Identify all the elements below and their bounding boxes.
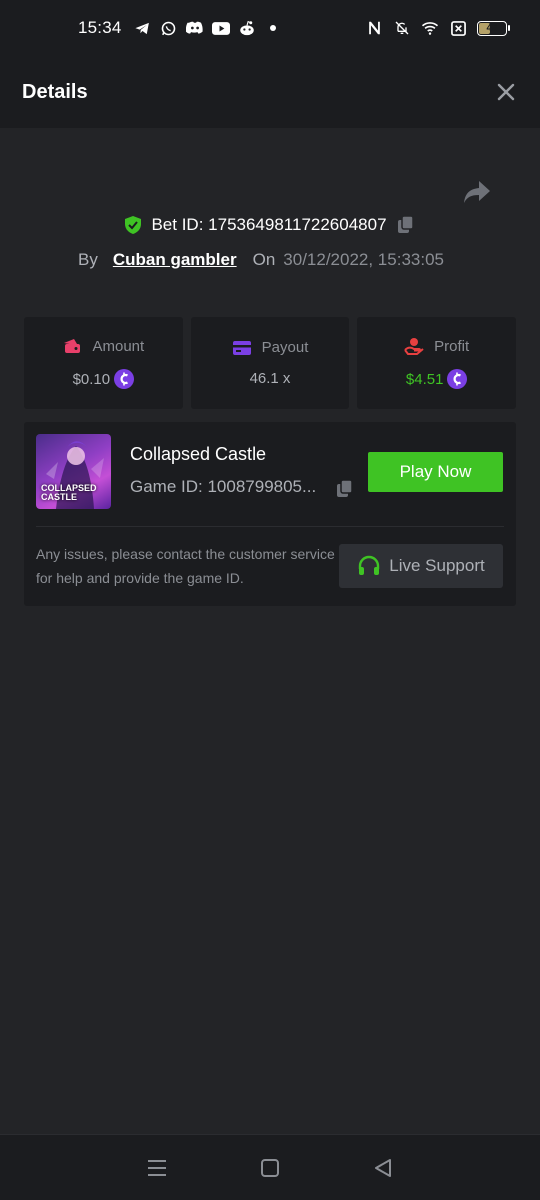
- coin-icon: [114, 369, 135, 389]
- headset-icon: [357, 554, 381, 578]
- back-button[interactable]: [371, 1156, 395, 1180]
- dot-icon: [264, 19, 282, 37]
- menu-icon: [147, 1159, 166, 1176]
- back-triangle-icon: [375, 1158, 392, 1177]
- play-now-button[interactable]: Play Now: [368, 452, 503, 492]
- nfc-icon: [365, 19, 383, 37]
- home-button[interactable]: [258, 1156, 282, 1180]
- payout-value: 46.1 x: [249, 370, 291, 387]
- whatsapp-icon: [160, 19, 178, 37]
- profit-card: Profit $4.51: [357, 317, 517, 409]
- battery-icon: 46: [477, 20, 510, 36]
- wifi-icon: [421, 19, 439, 37]
- discord-icon: [185, 19, 204, 37]
- notification-icons: [134, 19, 282, 37]
- close-button[interactable]: [494, 80, 518, 104]
- username-link[interactable]: Cuban gambler: [113, 250, 237, 270]
- profit-icon: [404, 337, 424, 355]
- share-icon: [464, 181, 490, 203]
- thumbnail-title-line2: CASTLE: [41, 492, 77, 502]
- amount-value: $0.10: [72, 370, 111, 388]
- payout-icon: [232, 340, 252, 356]
- bell-off-icon: [393, 19, 411, 37]
- system-nav-bar: [0, 1134, 540, 1200]
- telegram-icon: [134, 19, 152, 37]
- support-info-text: Any issues, please contact the customer …: [36, 546, 335, 586]
- payout-card: Payout 46.1 x: [190, 317, 350, 409]
- battery-level: 46: [486, 22, 498, 34]
- amount-card: Amount $0.10: [24, 317, 183, 409]
- amount-icon: [62, 337, 82, 355]
- details-header: Details: [0, 56, 540, 128]
- status-bar: 15:34 46: [0, 0, 540, 56]
- system-icons: 46: [365, 19, 510, 37]
- bet-id: Bet ID: 1753649811722604807: [151, 215, 387, 234]
- youtube-icon: [211, 19, 230, 37]
- reddit-icon: [238, 19, 256, 37]
- game-name: Collapsed Castle: [130, 444, 267, 464]
- game-card: COLLAPSED CASTLE Collapsed Castle Game I…: [24, 422, 516, 606]
- bet-id-row: Bet ID: 1753649811722604807: [0, 214, 540, 236]
- profit-value: $4.51: [405, 370, 444, 388]
- sim-off-icon: [449, 19, 467, 37]
- copy-game-id-icon[interactable]: [334, 478, 356, 500]
- coin-icon: [447, 369, 468, 389]
- page-title: Details: [22, 80, 88, 103]
- game-id: Game ID: 1008799805...: [130, 477, 317, 496]
- payout-label: Payout: [261, 339, 309, 356]
- live-support-button[interactable]: Live Support: [339, 544, 503, 588]
- close-icon: [497, 83, 515, 101]
- status-time: 15:34: [78, 18, 122, 37]
- by-label: By: [78, 250, 98, 269]
- divider: [36, 526, 504, 527]
- on-label: On: [252, 250, 276, 269]
- verified-shield-icon: [123, 215, 143, 235]
- game-thumbnail[interactable]: COLLAPSED CASTLE: [36, 434, 111, 509]
- home-square-icon: [260, 1158, 279, 1177]
- amount-label: Amount: [92, 337, 145, 355]
- bet-meta: By Cuban gambler On 30/12/2022, 15:33:05: [78, 250, 444, 270]
- live-support-label: Live Support: [389, 556, 485, 575]
- share-button[interactable]: [462, 178, 492, 206]
- bet-date: 30/12/2022, 15:33:05: [283, 250, 444, 269]
- recents-button[interactable]: [145, 1156, 169, 1180]
- profit-label: Profit: [434, 337, 470, 355]
- copy-bet-id-icon[interactable]: [395, 214, 417, 236]
- bet-stats: Amount $0.10 Payout 46.1 x Profit $4.51: [24, 317, 517, 409]
